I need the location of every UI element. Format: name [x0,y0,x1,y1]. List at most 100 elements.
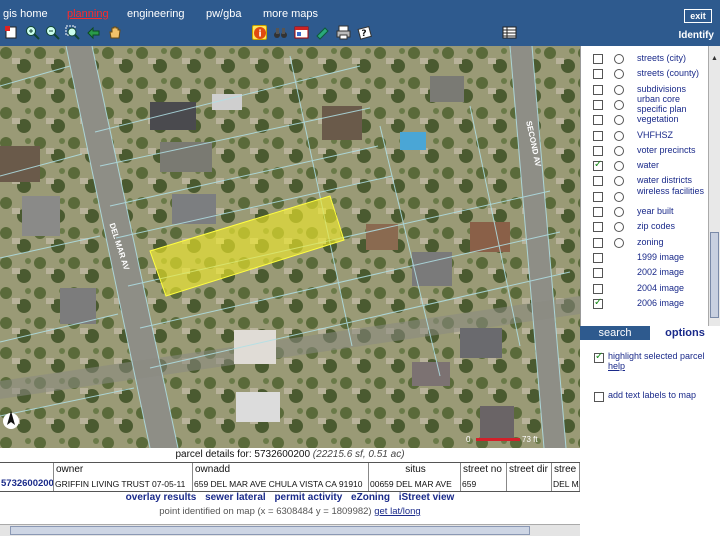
table-scrollbar[interactable] [0,524,580,536]
point-info: point identified on map (x = 6308484 y =… [0,505,580,519]
tab-search[interactable]: search [580,326,650,340]
layer-row: urban core specific plan [581,94,711,114]
scale-label: 73 ft [522,435,538,444]
column-header: ownadd [193,463,369,477]
table-icon[interactable] [502,25,517,40]
layer-visibility-checkbox[interactable] [593,159,603,172]
measure-icon[interactable] [315,25,330,40]
exit-button[interactable]: exit [684,9,712,23]
layer-visibility-checkbox[interactable] [593,283,603,294]
layer-active-radio[interactable] [614,191,624,202]
scale-bar [476,438,520,441]
panel-tabs: search options [580,326,720,340]
table-scrollbar-thumb[interactable] [10,526,530,535]
identify-mode-label: Identify [678,30,714,41]
layer-label: water districts [637,175,693,186]
pan-hand-icon[interactable] [107,25,122,40]
layer-visibility-checkbox[interactable] [593,191,603,202]
layers-scrollbar-thumb[interactable] [710,232,719,318]
column-header: street dir [507,463,552,477]
layer-label: wireless facilities [637,185,705,196]
layer-row: 2002 image [581,266,711,281]
parcel-actions: overlay results sewer lateral permit act… [0,491,580,505]
layer-active-radio[interactable] [614,54,624,64]
layer-row: 1999 image [581,251,711,266]
identify-icon[interactable]: i [252,25,267,40]
highlight-parcel-checkbox[interactable] [594,351,604,363]
layer-visibility-checkbox[interactable] [593,176,603,187]
back-icon[interactable] [86,25,101,40]
layer-row: vegetation [581,113,711,128]
layer-active-radio[interactable] [614,130,624,141]
layer-visibility-checkbox[interactable] [593,297,603,309]
zoom-in-icon[interactable] [25,25,40,40]
printer-icon[interactable] [336,25,351,40]
layer-visibility-checkbox[interactable] [593,252,603,263]
layer-row: zoning [581,236,711,251]
column-header: stree [552,463,580,477]
nav-planning[interactable]: planning [67,8,109,20]
column-header [0,463,54,477]
column-header: street no [461,463,507,477]
tab-options[interactable]: options [650,326,720,340]
ezoning-link[interactable]: eZoning [351,492,390,503]
layer-active-radio[interactable] [614,115,624,126]
layer-label: year built [637,206,674,216]
zoom-box-icon[interactable] [65,25,80,40]
layer-active-radio[interactable] [614,161,624,172]
table-cell: 659 [461,477,507,491]
layer-active-radio[interactable] [614,237,624,248]
layer-visibility-checkbox[interactable] [593,237,603,248]
text-labels-checkbox[interactable] [594,392,604,402]
permit-activity-link[interactable]: permit activity [274,492,342,503]
layer-label: 2004 image [637,282,685,293]
parcel-details-header: parcel details for: 5732600200 (22215.6 … [0,448,580,462]
top-navigation-bar: gis home planning engineering pw/gba mor… [0,0,720,46]
nav-engineering[interactable]: engineering [127,8,185,20]
select-icon[interactable] [4,25,19,40]
layer-active-radio[interactable] [614,99,624,110]
overlay-results-link[interactable]: overlay results [126,492,197,503]
layer-visibility-checkbox[interactable] [593,84,603,95]
layers-scrollbar[interactable]: ▲ [708,46,720,326]
layer-active-radio[interactable] [614,222,624,233]
istreet-view-link[interactable]: iStreet view [399,492,455,503]
help-link[interactable]: help [608,361,625,371]
layer-active-radio[interactable] [614,69,624,80]
layer-visibility-checkbox[interactable] [593,130,603,141]
layer-active-radio[interactable] [614,145,624,156]
help-icon[interactable]: ? [357,25,372,40]
option-text-labels: add text labels to map [580,390,720,412]
nav-pw-gba[interactable]: pw/gba [206,8,241,20]
layer-active-radio[interactable] [614,176,624,187]
aerial-map-canvas[interactable] [0,46,580,448]
svg-text:?: ? [361,29,366,39]
nav-gis-home[interactable]: gis home [3,8,48,20]
layer-label: 2006 image [637,297,685,308]
layer-active-radio[interactable] [614,207,624,217]
table-cell: 659 DEL MAR AVE CHULA VISTA CA 91910 [193,477,369,491]
layer-row: year built [581,205,711,220]
layer-visibility-checkbox[interactable] [593,207,603,217]
nav-more-maps[interactable]: more maps [263,8,318,20]
highlight-parcel-label: highlight selected parcel [608,351,705,361]
layer-visibility-checkbox[interactable] [593,99,603,110]
layer-visibility-checkbox[interactable] [593,69,603,80]
layer-visibility-checkbox[interactable] [593,268,603,279]
get-lat-long-link[interactable]: get lat/long [374,506,420,517]
layer-visibility-checkbox[interactable] [593,222,603,233]
parcel-apn-link[interactable]: 5732600200 [0,477,54,491]
layer-visibility-checkbox[interactable] [593,145,603,156]
layer-row: VHFHSZ [581,129,711,144]
layer-visibility-checkbox[interactable] [593,54,603,64]
print-map-icon[interactable] [294,25,309,40]
aerial-map[interactable]: DEL MAR AV SECOND AV 0 73 ft [0,46,580,448]
option-highlight-parcel: highlight selected parcel help [580,351,720,373]
layer-visibility-checkbox[interactable] [593,115,603,126]
sewer-lateral-link[interactable]: sewer lateral [205,492,266,503]
layer-active-radio[interactable] [614,84,624,95]
layers-panel: streets (city) streets (county) subdivisio… [580,46,720,326]
scroll-up-icon[interactable]: ▲ [710,54,719,63]
binoculars-icon[interactable] [273,25,288,40]
zoom-out-icon[interactable] [45,25,60,40]
